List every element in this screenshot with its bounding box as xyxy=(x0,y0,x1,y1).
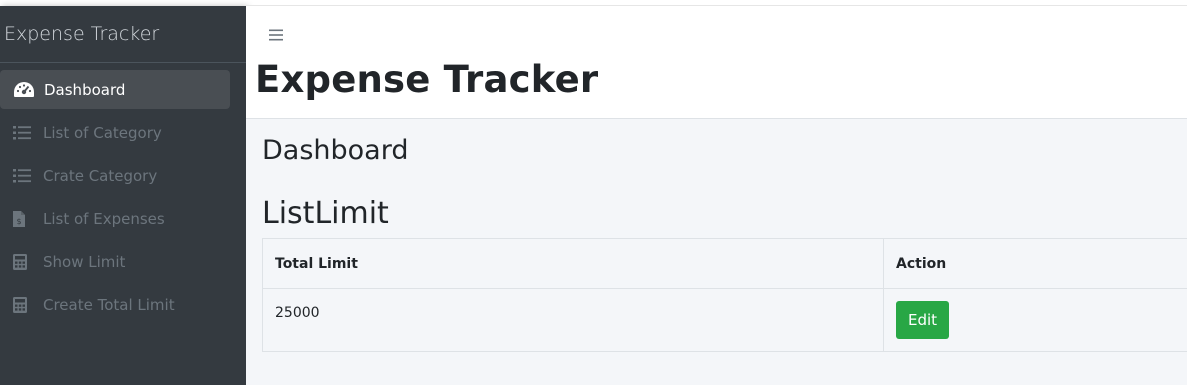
action-cell: Edit xyxy=(883,288,1187,352)
column-header-total-limit: Total Limit xyxy=(262,238,884,289)
sidebar-item-list-of-expenses[interactable]: $ List of Expenses xyxy=(0,199,230,238)
top-navbar: Expense Tracker xyxy=(246,5,1187,119)
page-title: Expense Tracker xyxy=(255,58,599,101)
list-icon xyxy=(13,168,37,183)
sidebar-item-crate-category[interactable]: Crate Category xyxy=(0,156,230,195)
sidebar-item-label: List of Category xyxy=(43,123,162,142)
total-limit-cell: 25000 xyxy=(262,288,884,352)
limit-table: Total Limit Action 25000 Edit xyxy=(262,238,1187,352)
sidebar-item-show-limit[interactable]: Show Limit xyxy=(0,242,230,281)
column-header-action: Action xyxy=(883,238,1187,289)
edit-button[interactable]: Edit xyxy=(896,301,949,339)
dashboard-gauge-icon xyxy=(13,81,37,99)
calculator-icon xyxy=(13,253,37,270)
calculator-icon xyxy=(13,296,37,313)
svg-text:$: $ xyxy=(16,217,21,226)
app-root: Expense Tracker Dashboard List of Catego… xyxy=(0,0,1187,385)
table-row: 25000 Edit xyxy=(262,288,1187,352)
sidebar-item-label: Show Limit xyxy=(43,252,126,271)
sidebar-item-label: Dashboard xyxy=(44,80,126,99)
sidebar-item-label: List of Expenses xyxy=(43,209,165,228)
brand-link[interactable]: Expense Tracker xyxy=(0,6,246,63)
main-content: Expense Tracker Dashboard ListLimit Tota… xyxy=(246,5,1187,385)
sidebar-item-label: Create Total Limit xyxy=(43,295,175,314)
file-invoice-icon: $ xyxy=(13,210,37,227)
brand-text: Expense Tracker xyxy=(4,23,160,45)
table-header-row: Total Limit Action xyxy=(262,238,1187,289)
sidebar-item-list-of-category[interactable]: List of Category xyxy=(0,113,230,152)
list-icon xyxy=(13,125,37,140)
sidebar-item-dashboard[interactable]: Dashboard xyxy=(0,70,230,109)
hamburger-icon[interactable] xyxy=(269,26,283,45)
dashboard-heading: Dashboard xyxy=(262,135,409,166)
list-limit-heading: ListLimit xyxy=(262,196,389,231)
sidebar-nav: Dashboard List of Category Crate Categor… xyxy=(0,63,246,324)
sidebar: Expense Tracker Dashboard List of Catego… xyxy=(0,6,246,385)
sidebar-item-create-total-limit[interactable]: Create Total Limit xyxy=(0,285,230,324)
sidebar-item-label: Crate Category xyxy=(43,166,158,185)
divider xyxy=(246,5,1187,6)
